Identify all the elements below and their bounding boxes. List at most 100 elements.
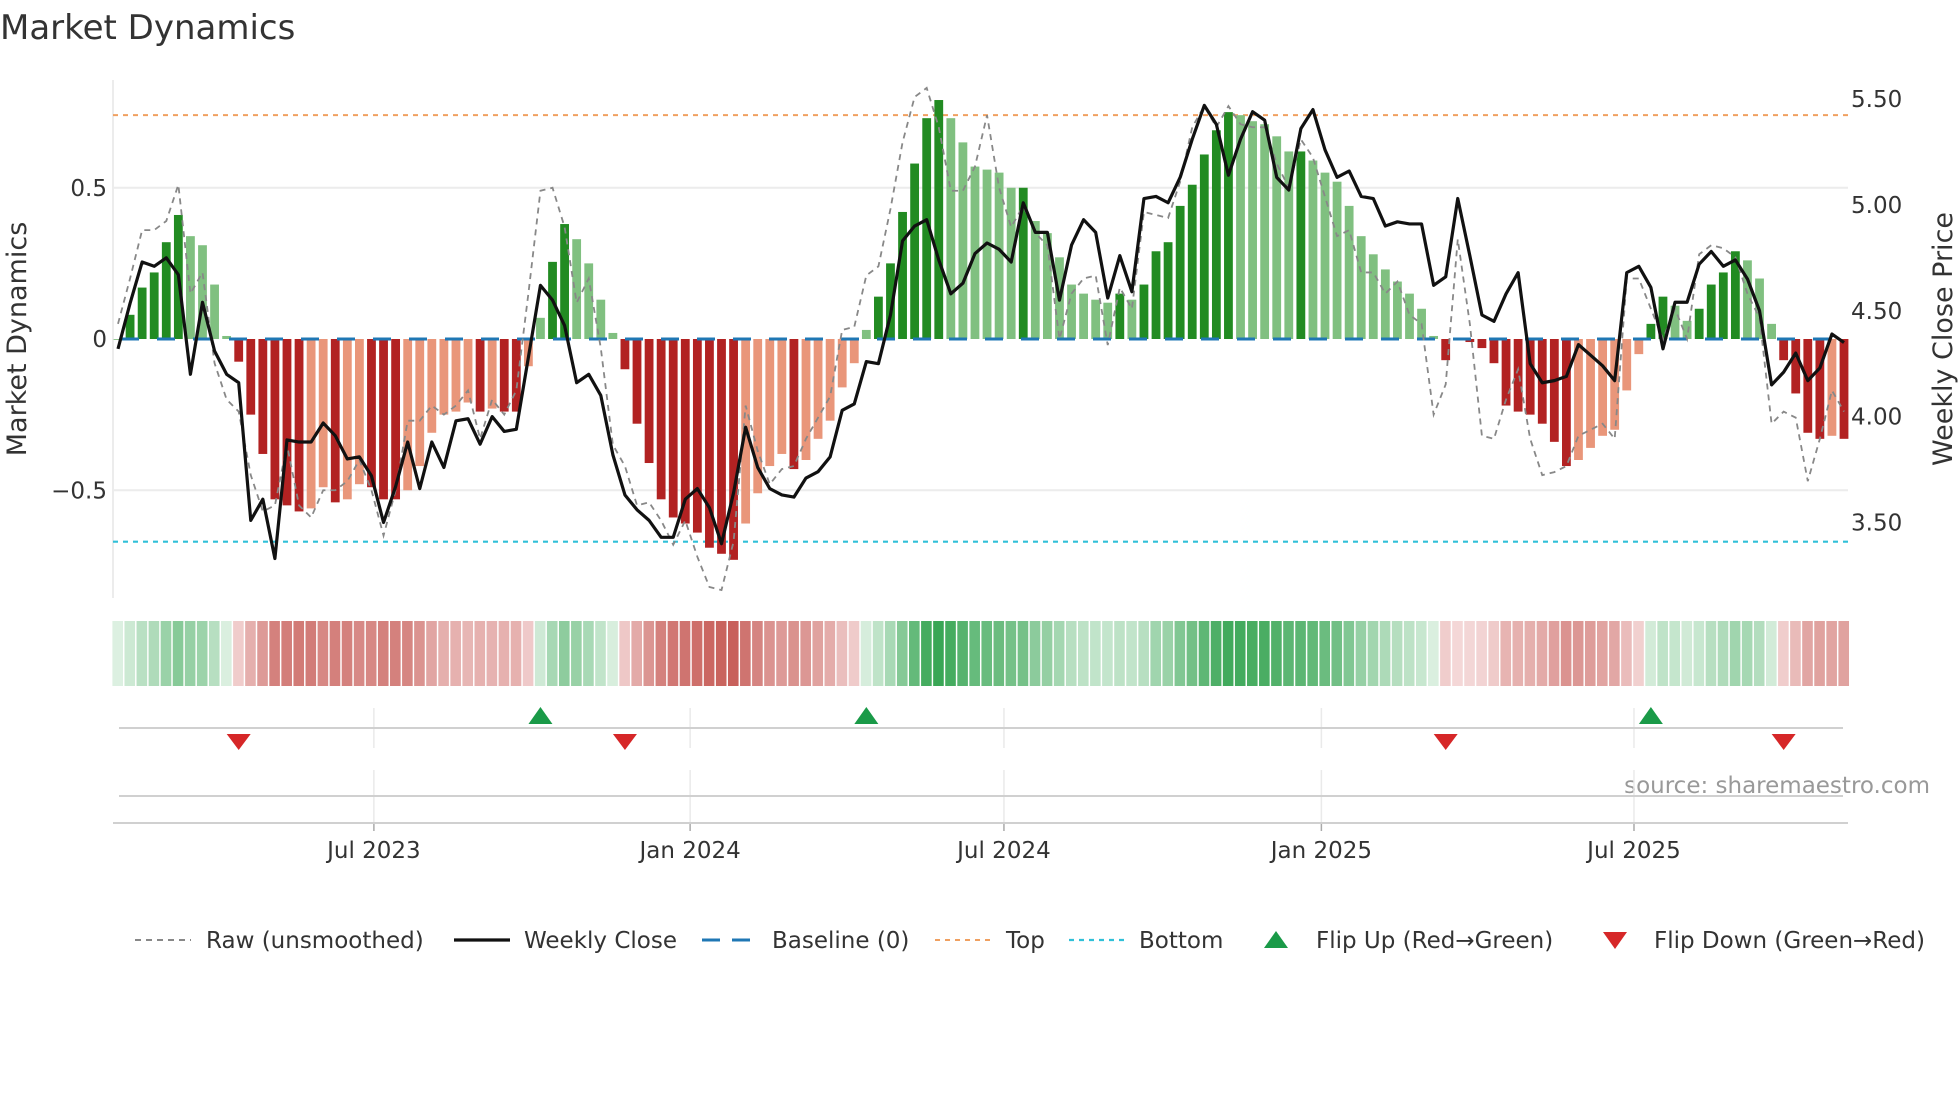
heat-cell — [1102, 621, 1113, 686]
heat-cell — [1174, 621, 1186, 686]
heat-cell — [1065, 621, 1077, 686]
y-right-tick-label: 4.50 — [1851, 299, 1902, 325]
momentum-bar — [898, 211, 907, 339]
legend-label: Bottom — [1139, 928, 1223, 954]
heat-cell — [390, 621, 401, 686]
momentum-bar — [656, 339, 666, 500]
heat-cell — [993, 621, 1005, 686]
heat-cell — [1319, 621, 1330, 686]
heat-cell — [1669, 621, 1681, 686]
heat-cell — [1621, 621, 1632, 686]
momentum-bar — [934, 100, 944, 340]
momentum-bar — [536, 317, 545, 339]
heat-cell — [317, 621, 329, 686]
heat-cell — [1029, 621, 1041, 686]
heat-cell — [1560, 621, 1572, 686]
momentum-bar — [499, 339, 509, 412]
heat-cell — [1391, 621, 1403, 686]
heat-cell — [1488, 621, 1499, 686]
momentum-bar — [1151, 251, 1161, 339]
heat-cell — [1536, 621, 1548, 686]
momentum-bar — [210, 284, 219, 339]
legend: Raw (unsmoothed) Weekly Close Baseline (0)… — [135, 928, 1925, 954]
heat-cell — [377, 621, 389, 686]
heat-cell — [1814, 621, 1825, 686]
heat-cell — [1657, 621, 1668, 686]
heat-cell — [136, 621, 148, 686]
heat-cell — [1222, 621, 1234, 686]
flip-down-marker — [1771, 734, 1796, 750]
heat-cell — [1717, 621, 1729, 686]
heat-cell — [607, 621, 618, 686]
heat-cell — [462, 621, 474, 686]
momentum-bar — [439, 339, 449, 415]
momentum-bar — [608, 332, 618, 339]
momentum-bar — [1767, 323, 1776, 339]
heat-cell — [1379, 621, 1391, 686]
momentum-bar — [946, 118, 956, 339]
heat-cell — [281, 621, 292, 686]
x-tick-label: Jan 2025 — [1269, 838, 1372, 864]
heat-cell — [836, 621, 848, 686]
heat-cell — [969, 621, 980, 686]
momentum-bar — [1356, 236, 1366, 339]
x-tick-label: Jul 2024 — [955, 838, 1051, 864]
heat-cell — [909, 621, 920, 686]
legend-item-flip-up: Flip Up (Red→Green) — [1264, 928, 1553, 954]
momentum-bar — [729, 339, 738, 560]
momentum-bar — [1562, 339, 1571, 467]
momentum-bar — [910, 163, 920, 339]
momentum-bar — [717, 339, 726, 554]
legend-label: Flip Down (Green→Red) — [1654, 928, 1925, 954]
heat-cell — [691, 621, 703, 686]
momentum-bar — [765, 339, 775, 467]
heat-cell — [1259, 621, 1270, 686]
heat-cell — [1705, 621, 1717, 686]
momentum-bar — [149, 272, 159, 339]
heat-cell — [1741, 621, 1753, 686]
heat-cell — [1790, 621, 1801, 686]
heat-cell — [208, 621, 220, 686]
flip-up-marker — [854, 707, 879, 724]
momentum-bar — [1079, 293, 1088, 339]
heat-cell — [124, 621, 136, 686]
heat-cell — [1307, 621, 1318, 686]
momentum-bar — [1332, 181, 1342, 339]
momentum-bar — [1296, 151, 1306, 339]
heat-cell — [1693, 621, 1705, 686]
momentum-bar — [1139, 284, 1149, 339]
heat-cell — [1464, 621, 1475, 686]
heat-cell — [1017, 621, 1029, 686]
flip-down-marker — [1433, 734, 1458, 750]
heat-cell — [957, 621, 968, 686]
heat-cell — [872, 621, 884, 686]
momentum-bar — [572, 239, 582, 339]
flip-down-marker — [226, 734, 251, 750]
heat-cell — [293, 621, 305, 686]
heat-cell — [1765, 621, 1777, 686]
heat-cell — [221, 621, 232, 686]
heat-cell — [257, 621, 268, 686]
heat-cell — [1609, 621, 1620, 686]
heat-cell — [341, 621, 353, 686]
triangle-up-icon — [1264, 931, 1288, 948]
heat-cell — [1138, 621, 1149, 686]
legend-label: Weekly Close — [524, 928, 677, 954]
heat-cell — [1162, 621, 1174, 686]
heat-cell — [1114, 621, 1125, 686]
momentum-bar — [1791, 339, 1801, 394]
heat-cell — [1572, 621, 1584, 686]
y-tick-label: 0 — [92, 327, 107, 353]
heat-cell — [1802, 621, 1813, 686]
momentum-bar — [258, 339, 268, 454]
heat-cell — [740, 621, 751, 686]
momentum-bar — [861, 329, 871, 339]
heat-cell — [1283, 621, 1294, 686]
heat-cell — [402, 621, 413, 686]
momentum-bar — [692, 339, 702, 533]
heat-cell — [546, 621, 558, 686]
heat-cell — [1053, 621, 1065, 686]
heat-cell — [800, 621, 811, 686]
momentum-bar — [1779, 339, 1789, 361]
momentum-bar — [644, 339, 654, 464]
